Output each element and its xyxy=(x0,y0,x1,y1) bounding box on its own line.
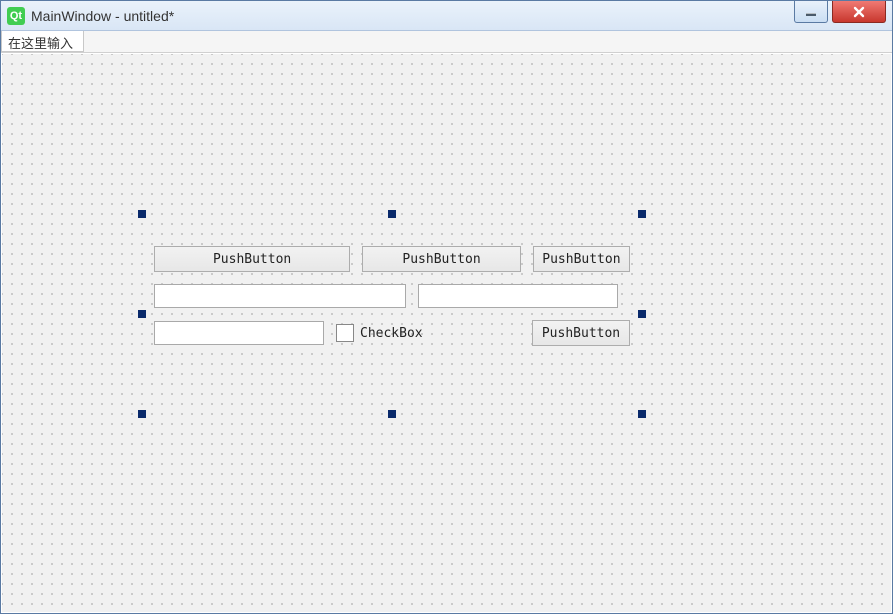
title-bar[interactable]: Qt MainWindow - untitled* xyxy=(1,1,892,31)
checkbox-1[interactable]: CheckBox xyxy=(336,324,486,342)
resize-handle-middle-left[interactable] xyxy=(138,310,146,318)
form-designer-canvas[interactable]: PushButton PushButton PushButton CheckBo… xyxy=(2,54,891,612)
pushbutton-3[interactable]: PushButton xyxy=(533,246,630,272)
resize-handle-bottom-middle[interactable] xyxy=(388,410,396,418)
resize-handle-middle-right[interactable] xyxy=(638,310,646,318)
lineedit-3[interactable] xyxy=(154,321,324,345)
resize-handle-bottom-left[interactable] xyxy=(138,410,146,418)
pushbutton-1[interactable]: PushButton xyxy=(154,246,350,272)
selected-layout[interactable]: PushButton PushButton PushButton CheckBo… xyxy=(142,214,642,414)
layout-row-2 xyxy=(154,284,630,308)
minimize-button[interactable] xyxy=(794,1,828,23)
close-button[interactable] xyxy=(832,1,886,23)
close-icon xyxy=(852,5,866,19)
main-window: Qt MainWindow - untitled* 在这里输入 xyxy=(0,0,893,614)
resize-handle-top-left[interactable] xyxy=(138,210,146,218)
pushbutton-4[interactable]: PushButton xyxy=(532,320,630,346)
resize-handle-top-middle[interactable] xyxy=(388,210,396,218)
menu-bar[interactable]: 在这里输入 xyxy=(1,31,892,53)
resize-handle-bottom-right[interactable] xyxy=(638,410,646,418)
resize-handle-top-right[interactable] xyxy=(638,210,646,218)
window-controls xyxy=(794,1,892,23)
checkbox-box-icon xyxy=(336,324,354,342)
grid-layout: PushButton PushButton PushButton CheckBo… xyxy=(154,246,630,346)
lineedit-1[interactable] xyxy=(154,284,406,308)
layout-row-3: CheckBox PushButton xyxy=(154,320,630,346)
lineedit-2[interactable] xyxy=(418,284,618,308)
window-title: MainWindow - untitled* xyxy=(31,8,174,24)
qt-icon: Qt xyxy=(7,7,25,25)
menu-type-here[interactable]: 在这里输入 xyxy=(1,31,84,52)
layout-row-1: PushButton PushButton PushButton xyxy=(154,246,630,272)
checkbox-label: CheckBox xyxy=(360,326,423,341)
minimize-icon xyxy=(806,13,816,16)
pushbutton-2[interactable]: PushButton xyxy=(362,246,521,272)
